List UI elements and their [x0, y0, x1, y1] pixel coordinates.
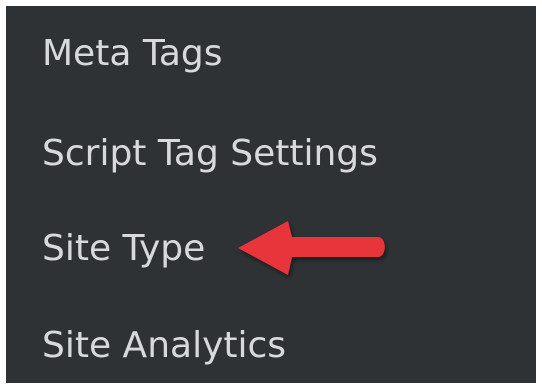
- menu-item-site-analytics[interactable]: Site Analytics: [42, 328, 286, 364]
- settings-menu: Meta Tags Script Tag Settings Site Type …: [6, 6, 536, 383]
- menu-item-meta-tags[interactable]: Meta Tags: [42, 36, 223, 72]
- menu-item-site-type[interactable]: Site Type: [42, 231, 205, 267]
- menu-item-script-tag-settings[interactable]: Script Tag Settings: [42, 136, 378, 172]
